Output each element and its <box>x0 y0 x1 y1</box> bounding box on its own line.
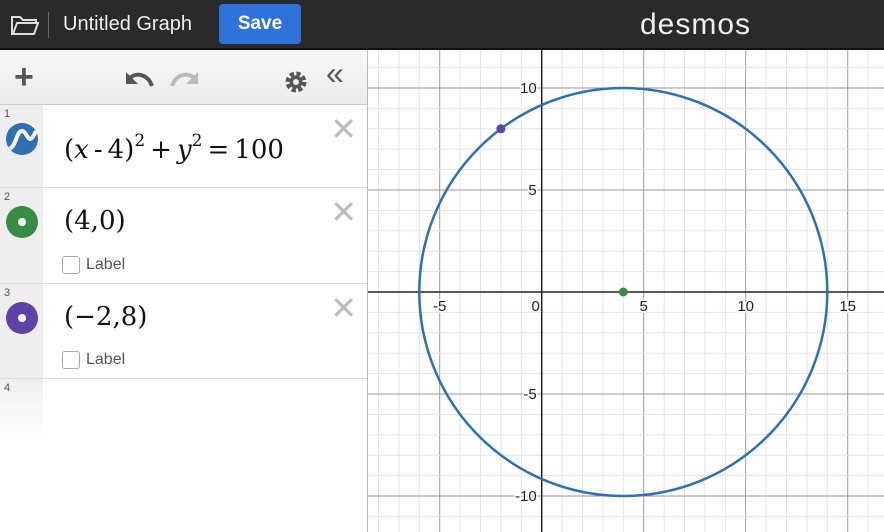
expression-panel: + « 1 (x-4)^2+y^2=100 ✕ 2 (4,0) ✕ Label … <box>0 50 368 532</box>
label-toggle[interactable]: Label <box>62 256 125 274</box>
desmos-logo: desmos <box>640 8 752 41</box>
y-tick-label: 5 <box>528 182 536 199</box>
expression-row-3[interactable]: 3 (−2,8) ✕ Label <box>0 284 367 379</box>
graph-title[interactable]: Untitled Graph <box>63 13 192 36</box>
redo-icon[interactable] <box>168 68 200 88</box>
x-tick-label: 15 <box>839 298 856 315</box>
x-tick-label: 5 <box>640 298 648 315</box>
label-toggle[interactable]: Label <box>62 351 125 369</box>
graph-point <box>618 287 628 297</box>
delete-expression-button[interactable]: ✕ <box>330 292 357 324</box>
expression-math[interactable]: (4,0) <box>64 206 126 236</box>
top-bar: Untitled Graph Save desmos <box>0 0 884 50</box>
x-tick-label: -5 <box>433 298 446 315</box>
delete-expression-button[interactable]: ✕ <box>330 196 357 228</box>
folder-icon[interactable] <box>10 13 40 37</box>
label-text: Label <box>86 351 126 368</box>
y-tick-label: -10 <box>515 488 537 505</box>
expression-toolbar: + « <box>0 50 367 105</box>
x-tick-label: 10 <box>737 298 754 315</box>
expression-math[interactable]: (x-4)^2+y^2=100 <box>64 131 284 165</box>
gear-icon[interactable] <box>284 70 308 94</box>
x-tick-label: 0 <box>532 298 540 315</box>
save-button[interactable]: Save <box>219 4 301 44</box>
delete-expression-button[interactable]: ✕ <box>330 113 357 145</box>
expression-row-2[interactable]: 2 (4,0) ✕ Label <box>0 188 367 284</box>
label-checkbox[interactable] <box>62 256 80 274</box>
curve-icon[interactable] <box>6 123 38 155</box>
expression-row-1[interactable]: 1 (x-4)^2+y^2=100 ✕ <box>0 105 367 188</box>
y-tick-label: -5 <box>523 386 536 403</box>
y-tick-label: 10 <box>520 80 537 97</box>
graph-canvas[interactable]: -5 0 5 10 15 10 5 -5 -10 <box>368 50 884 532</box>
add-expression-button[interactable]: + <box>14 60 34 94</box>
undo-icon[interactable] <box>124 68 156 88</box>
point-icon[interactable] <box>6 206 38 238</box>
row-number: 1 <box>4 108 11 120</box>
graph-point <box>496 124 506 134</box>
point-icon[interactable] <box>6 302 38 334</box>
row-number: 2 <box>4 191 11 203</box>
divider <box>48 12 49 38</box>
collapse-panel-button[interactable]: « <box>326 57 344 89</box>
row-number: 4 <box>4 382 11 394</box>
expression-math[interactable]: (−2,8) <box>64 302 147 332</box>
label-text: Label <box>86 256 126 273</box>
label-checkbox[interactable] <box>62 351 80 369</box>
row-number: 3 <box>4 287 11 299</box>
expression-row-4[interactable]: 4 <box>0 379 367 441</box>
